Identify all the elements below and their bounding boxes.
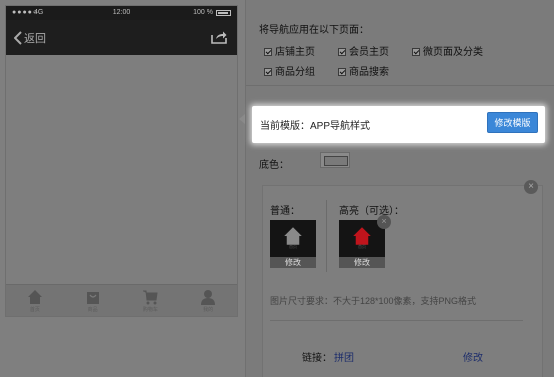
link-value[interactable]: 拼团: [334, 349, 354, 364]
phone-preview: ●●●●○ 4G 12:00 100 % 返回 首页 商品 购物车 我的: [5, 5, 238, 317]
link-label: 链接：: [302, 353, 332, 364]
checkbox-store-home[interactable]: 店铺主页: [264, 43, 315, 58]
tab-cart[interactable]: 购物车: [122, 285, 180, 316]
checkbox-checked-icon[interactable]: [338, 48, 346, 56]
checkbox-checked-icon[interactable]: [412, 48, 420, 56]
tab-me[interactable]: 我的: [179, 285, 237, 316]
divider: [326, 200, 327, 272]
checkbox-label: 微页面及分类: [423, 47, 483, 58]
settings-panel: 将导航应用在以下页面： 店铺主页 会员主页 微页面及分类 商品分组 商品搜索 当…: [245, 0, 554, 377]
user-icon: [201, 290, 216, 305]
tab-label: 我的: [203, 307, 214, 313]
highlight-icon-tile[interactable]: 首页 修改: [339, 220, 385, 268]
bag-icon: [86, 292, 99, 304]
cart-icon: [143, 290, 158, 305]
checkbox-label: 商品分组: [275, 67, 315, 78]
tile-caption: 首页: [358, 244, 366, 249]
remove-item-button[interactable]: ×: [524, 180, 538, 194]
back-label: 返回: [24, 33, 46, 45]
tile-caption: 首页: [289, 244, 297, 249]
home-icon: [284, 227, 302, 245]
checkbox-checked-icon[interactable]: [264, 68, 272, 76]
current-template-box: 当前模版：APP导航样式 修改模版: [252, 106, 545, 143]
battery-icon: [216, 10, 231, 16]
checkbox-label: 会员主页: [349, 47, 389, 58]
normal-icon-tile[interactable]: 首页 修改: [270, 220, 316, 268]
checkbox-product-search[interactable]: 商品搜索: [338, 63, 389, 78]
home-icon: [353, 227, 371, 245]
checkbox-label: 商品搜索: [349, 67, 389, 78]
divider: [270, 320, 523, 321]
edit-link-button[interactable]: 修改: [463, 349, 483, 364]
apply-pages-title: 将导航应用在以下页面：: [259, 25, 369, 36]
highlight-state-label: 高亮（可选）：: [339, 206, 404, 217]
tab-label: 首页: [29, 307, 40, 313]
image-size-requirement: 图片尺寸要求：不大于128*100像素，支持PNG格式: [270, 296, 477, 306]
checkbox-micro-pages[interactable]: 微页面及分类: [412, 43, 483, 58]
highlight-icon-edit-button[interactable]: 修改: [339, 257, 385, 268]
tab-home[interactable]: 首页: [6, 285, 64, 316]
background-color-label: 底色：: [259, 160, 289, 171]
current-template-label: 当前模版：APP导航样式: [260, 121, 371, 132]
share-icon[interactable]: [211, 30, 227, 44]
battery-percent: 100 %: [193, 9, 213, 16]
remove-highlight-icon-button[interactable]: ×: [377, 215, 391, 229]
phone-tab-bar: 首页 商品 购物车 我的: [6, 284, 237, 316]
tab-label: 购物车: [142, 307, 158, 313]
status-bar: ●●●●○ 4G 12:00 100 %: [6, 6, 237, 20]
checkbox-checked-icon[interactable]: [264, 48, 272, 56]
normal-icon-edit-button[interactable]: 修改: [270, 257, 316, 268]
phone-nav-bar: 返回: [6, 20, 237, 55]
checkbox-checked-icon[interactable]: [338, 68, 346, 76]
tab-label: 商品: [87, 307, 98, 313]
current-template-value: APP导航样式: [310, 121, 371, 132]
checkbox-label: 店铺主页: [275, 47, 315, 58]
checkbox-product-groups[interactable]: 商品分组: [264, 63, 315, 78]
checkbox-member-home[interactable]: 会员主页: [338, 43, 389, 58]
apply-pages-section: 将导航应用在以下页面： 店铺主页 会员主页 微页面及分类 商品分组 商品搜索: [246, 0, 554, 86]
change-template-button[interactable]: 修改模版: [487, 112, 538, 133]
tab-products[interactable]: 商品: [64, 285, 122, 316]
home-icon: [27, 290, 42, 304]
background-color-picker[interactable]: [320, 152, 350, 168]
normal-state-label: 普通：: [270, 206, 300, 217]
